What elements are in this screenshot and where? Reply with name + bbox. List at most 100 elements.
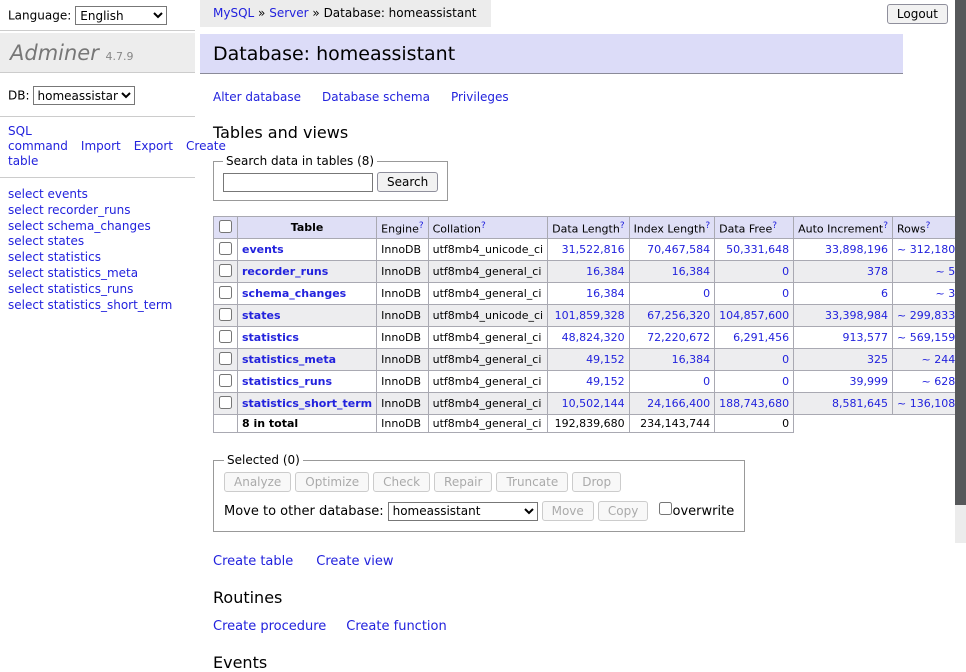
rows-count-link[interactable]: ~ 3	[935, 287, 955, 300]
create-procedure-link[interactable]: Create procedure	[213, 619, 326, 634]
auto-increment-link[interactable]: 33,898,196	[825, 243, 888, 256]
breadcrumb-mysql-link[interactable]: MySQL	[213, 6, 254, 20]
select-table-link[interactable]: select recorder_runs	[8, 203, 131, 217]
data-length-link[interactable]: 48,824,320	[562, 331, 625, 344]
import-link[interactable]: Import	[81, 139, 121, 153]
copy-button[interactable]: Copy	[598, 501, 648, 521]
rows-count-link[interactable]: ~ 299,833	[897, 309, 955, 322]
move-db-select[interactable]: homeassistant	[388, 502, 538, 521]
row-checkbox[interactable]	[219, 242, 232, 255]
table-name-link[interactable]: events	[242, 243, 284, 256]
select-table-link[interactable]: select schema_changes	[8, 219, 151, 233]
data-free-link[interactable]: 0	[782, 265, 789, 278]
rows-count-link[interactable]: ~ 312,180	[897, 243, 955, 256]
index-length-link[interactable]: 16,384	[672, 353, 711, 366]
alter-database-link[interactable]: Alter database	[213, 90, 301, 104]
select-all-checkbox[interactable]	[219, 220, 232, 233]
column-help-link[interactable]: ?	[926, 221, 931, 231]
column-help-link[interactable]: ?	[772, 221, 777, 231]
auto-increment-link[interactable]: 39,999	[850, 375, 889, 388]
data-length-link[interactable]: 10,502,144	[562, 397, 625, 410]
db-select[interactable]: homeassistant	[33, 86, 135, 105]
index-length-link[interactable]: 0	[703, 287, 710, 300]
optimize-button[interactable]: Optimize	[295, 472, 369, 492]
overwrite-checkbox[interactable]	[659, 502, 672, 515]
column-help-link[interactable]: ?	[883, 221, 888, 231]
data-length-link[interactable]: 101,859,328	[555, 309, 625, 322]
index-length-link[interactable]: 72,220,672	[647, 331, 710, 344]
table-name-link[interactable]: states	[242, 309, 281, 322]
breadcrumb-server-link[interactable]: Server	[269, 6, 308, 20]
adminer-logo[interactable]: Adminer	[10, 41, 99, 65]
rows-count-link[interactable]: ~ 244	[921, 353, 955, 366]
row-checkbox[interactable]	[219, 396, 232, 409]
data-free-link[interactable]: 50,331,648	[726, 243, 789, 256]
auto-increment-link[interactable]: 378	[867, 265, 888, 278]
select-table-link[interactable]: select statistics	[8, 250, 101, 264]
index-length-link[interactable]: 70,467,584	[647, 243, 710, 256]
column-help-link[interactable]: ?	[620, 221, 625, 231]
rows-count-link[interactable]: ~ 5	[935, 265, 955, 278]
data-free-link[interactable]: 0	[782, 353, 789, 366]
check-button[interactable]: Check	[373, 472, 430, 492]
auto-increment-link[interactable]: 913,577	[843, 331, 889, 344]
row-checkbox[interactable]	[219, 264, 232, 277]
privileges-link[interactable]: Privileges	[451, 90, 509, 104]
row-checkbox[interactable]	[219, 352, 232, 365]
table-name-link[interactable]: schema_changes	[242, 287, 346, 300]
table-name-link[interactable]: statistics_meta	[242, 353, 336, 366]
data-free-link[interactable]: 0	[782, 375, 789, 388]
select-table-link[interactable]: select events	[8, 187, 88, 201]
search-button[interactable]: Search	[377, 172, 438, 192]
auto-increment-link[interactable]: 6	[881, 287, 888, 300]
table-name-link[interactable]: statistics	[242, 331, 299, 344]
data-length-link[interactable]: 16,384	[586, 287, 625, 300]
data-free-link[interactable]: 6,291,456	[733, 331, 789, 344]
column-help-link[interactable]: ?	[419, 221, 424, 231]
auto-increment-link[interactable]: 325	[867, 353, 888, 366]
data-length-link[interactable]: 49,152	[586, 375, 625, 388]
row-checkbox[interactable]	[219, 330, 232, 343]
column-help-link[interactable]: ?	[481, 221, 486, 231]
index-length-link[interactable]: 16,384	[672, 265, 711, 278]
index-length-link[interactable]: 24,166,400	[647, 397, 710, 410]
truncate-button[interactable]: Truncate	[496, 472, 568, 492]
data-length-link[interactable]: 16,384	[586, 265, 625, 278]
index-length-link[interactable]: 67,256,320	[647, 309, 710, 322]
scrollbar[interactable]	[955, 0, 966, 543]
auto-increment-link[interactable]: 33,398,984	[825, 309, 888, 322]
data-length-link[interactable]: 31,522,816	[562, 243, 625, 256]
scrollbar-thumb[interactable]	[955, 0, 966, 505]
create-view-link[interactable]: Create view	[316, 554, 393, 569]
database-schema-link[interactable]: Database schema	[322, 90, 430, 104]
data-free-link[interactable]: 104,857,600	[719, 309, 789, 322]
rows-count-link[interactable]: ~ 628	[921, 375, 955, 388]
create-table-link[interactable]: Create table	[213, 554, 293, 569]
row-checkbox[interactable]	[219, 286, 232, 299]
rows-count-link[interactable]: ~ 569,159	[897, 331, 955, 344]
table-name-link[interactable]: recorder_runs	[242, 265, 328, 278]
column-help-link[interactable]: ?	[705, 221, 710, 231]
index-length-link[interactable]: 0	[703, 375, 710, 388]
select-table-link[interactable]: select statistics_runs	[8, 282, 133, 296]
row-checkbox[interactable]	[219, 374, 232, 387]
data-length-link[interactable]: 49,152	[586, 353, 625, 366]
table-name-link[interactable]: statistics_runs	[242, 375, 332, 388]
repair-button[interactable]: Repair	[434, 472, 492, 492]
move-button[interactable]: Move	[542, 501, 594, 521]
select-table-link[interactable]: select statistics_meta	[8, 266, 138, 280]
table-name-link[interactable]: statistics_short_term	[242, 397, 372, 410]
rows-count-link[interactable]: ~ 136,108	[897, 397, 955, 410]
export-link[interactable]: Export	[134, 139, 173, 153]
select-table-link[interactable]: select statistics_short_term	[8, 298, 172, 312]
row-checkbox[interactable]	[219, 308, 232, 321]
analyze-button[interactable]: Analyze	[224, 472, 291, 492]
select-table-link[interactable]: select states	[8, 234, 84, 248]
data-free-link[interactable]: 0	[782, 287, 789, 300]
search-input[interactable]	[223, 173, 373, 192]
create-function-link[interactable]: Create function	[346, 619, 446, 634]
data-free-link[interactable]: 188,743,680	[719, 397, 789, 410]
drop-button[interactable]: Drop	[572, 472, 621, 492]
sql-command-link[interactable]: SQL command	[8, 124, 68, 153]
auto-increment-link[interactable]: 8,581,645	[832, 397, 888, 410]
